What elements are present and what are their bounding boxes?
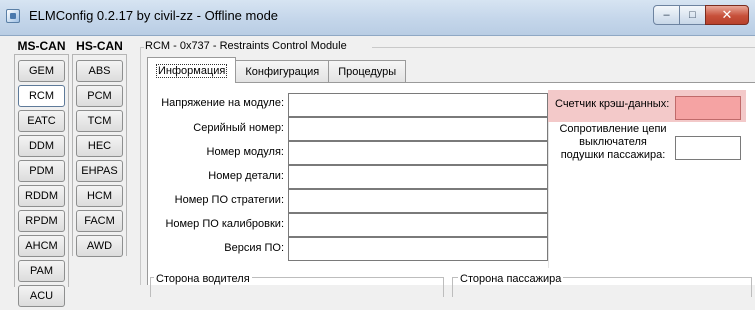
part-number-label: Номер детали:: [208, 170, 284, 182]
module-button-acu[interactable]: ACU: [18, 285, 65, 307]
app-icon: [6, 9, 20, 23]
sw-version-label: Версия ПО:: [224, 242, 284, 254]
module-group-title: RCM - 0x737 - Restraints Control Module: [145, 40, 347, 52]
title-bar: ELMConfig 0.2.17 by civil-zz - Offline m…: [0, 0, 755, 36]
ms-can-header: MS-CAN: [17, 39, 66, 53]
maximize-button[interactable]: □: [679, 5, 706, 25]
sw-version-field[interactable]: [288, 237, 548, 261]
module-tabs: Информация Конфигурация Процедуры: [147, 57, 407, 83]
hs-can-frame: [72, 54, 127, 256]
minimize-button[interactable]: –: [653, 5, 680, 25]
passenger-side-title: Сторона пассажира: [458, 273, 564, 285]
part-number-field[interactable]: [288, 165, 548, 189]
tab-procedures[interactable]: Процедуры: [328, 60, 407, 83]
ms-can-frame: [14, 54, 69, 287]
tab-info[interactable]: Информация: [147, 57, 237, 83]
crash-counter-field[interactable]: [675, 96, 741, 120]
passenger-airbag-resistance-label: Сопротивление цепи выключателя подушки п…: [559, 123, 667, 161]
strategy-sw-field[interactable]: [288, 189, 548, 213]
group-border-top: [372, 47, 755, 48]
crash-counter-label: Счетчик крэш-данных:: [555, 98, 670, 110]
module-number-label: Номер модуля:: [206, 146, 284, 158]
voltage-field[interactable]: [288, 93, 548, 117]
strategy-sw-label: Номер ПО стратегии:: [174, 194, 284, 206]
window-controls: – □ ✕: [653, 5, 749, 27]
window-title: ELMConfig 0.2.17 by civil-zz - Offline m…: [29, 8, 279, 23]
tab-configuration[interactable]: Конфигурация: [235, 60, 330, 83]
serial-number-label: Серийный номер:: [193, 122, 284, 134]
module-number-field[interactable]: [288, 141, 548, 165]
calibration-sw-field[interactable]: [288, 213, 548, 237]
hs-can-header: HS-CAN: [76, 39, 123, 53]
close-button[interactable]: ✕: [705, 5, 749, 25]
passenger-airbag-resistance-field[interactable]: [675, 136, 741, 160]
calibration-sw-label: Номер ПО калибровки:: [165, 218, 284, 230]
voltage-label: Напряжение на модуле:: [161, 97, 284, 109]
driver-side-title: Сторона водителя: [154, 273, 252, 285]
serial-number-field[interactable]: [288, 117, 548, 141]
